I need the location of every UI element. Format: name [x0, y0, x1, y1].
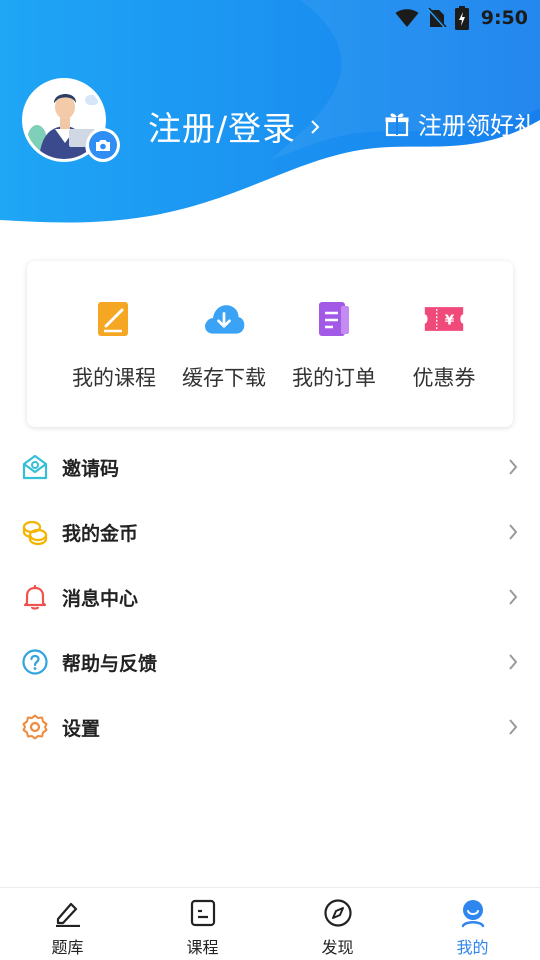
login-register-link[interactable]: 注册/登录: [148, 102, 320, 150]
status-time: 9:50: [480, 7, 528, 29]
chevron-right-icon: [509, 459, 518, 475]
menu-item-invite-code[interactable]: 邀请码: [0, 435, 540, 500]
settings-gear-icon: [22, 714, 48, 740]
chevron-right-icon: [509, 654, 518, 670]
status-bar: 9:50: [0, 0, 540, 36]
menu-item-settings[interactable]: 设置: [0, 695, 540, 760]
invite-envelope-icon: [22, 454, 48, 480]
bottom-tab-bar: 题库 课程 发现 我的: [0, 887, 540, 960]
help-question-icon: [22, 649, 48, 675]
tab-discover[interactable]: 发现: [270, 888, 405, 960]
tab-question-bank[interactable]: 题库: [0, 888, 135, 960]
quick-action-label: 我的订单: [292, 366, 376, 390]
pencil-icon: [55, 902, 80, 927]
quick-action-coupons[interactable]: ¥ 优惠券: [389, 298, 499, 427]
svg-text:¥: ¥: [445, 312, 455, 328]
quick-action-my-courses[interactable]: 我的课程: [59, 298, 169, 427]
login-register-label: 注册/登录: [148, 109, 297, 148]
user-icon: [461, 900, 484, 928]
quick-action-cache-download[interactable]: 缓存下载: [169, 298, 279, 427]
compass-icon: [323, 899, 352, 927]
gold-coins-icon: [22, 520, 48, 546]
quick-action-label: 优惠券: [412, 366, 476, 390]
camera-icon: [96, 140, 110, 151]
quick-actions-card: 我的课程 缓存下载 我的订单 ¥ 优惠券: [27, 261, 513, 427]
profile-header: 9:50 注册/登录 注册领好礼: [0, 0, 540, 230]
quick-action-my-orders[interactable]: 我的订单: [279, 298, 389, 427]
tab-mine[interactable]: 我的: [405, 888, 540, 960]
tab-label: 发现: [321, 938, 354, 957]
menu-item-label: 消息中心: [62, 588, 139, 610]
menu-item-my-coins[interactable]: 我的金币: [0, 500, 540, 565]
menu-item-message-center[interactable]: 消息中心: [0, 565, 540, 630]
avatar-container[interactable]: [22, 78, 120, 162]
chevron-right-icon: [311, 120, 320, 134]
course-book-icon: [98, 302, 128, 336]
menu-item-label: 邀请码: [62, 458, 120, 480]
menu-item-label: 设置: [62, 718, 101, 740]
no-sim-icon: [426, 7, 447, 29]
quick-action-label: 我的课程: [72, 366, 156, 390]
tab-label: 课程: [186, 938, 219, 957]
menu-item-help-feedback[interactable]: 帮助与反馈: [0, 630, 540, 695]
menu-item-label: 我的金币: [62, 523, 139, 545]
wifi-icon: [395, 9, 419, 27]
chevron-right-icon: [509, 589, 518, 605]
avatar-camera-button[interactable]: [86, 128, 120, 162]
register-gift-link[interactable]: 注册领好礼: [384, 106, 540, 141]
battery-charging-icon: [454, 6, 469, 30]
bell-icon: [23, 585, 47, 610]
course-list-icon: [190, 899, 215, 927]
chevron-right-icon: [509, 524, 518, 540]
tab-label: 题库: [51, 938, 84, 957]
tab-label: 我的: [456, 938, 489, 957]
chevron-right-icon: [509, 719, 518, 735]
quick-action-label: 缓存下载: [182, 366, 266, 390]
cloud-download-icon: [205, 305, 245, 334]
order-document-icon: [319, 302, 349, 336]
gift-icon: [385, 113, 409, 136]
menu-item-label: 帮助与反馈: [62, 653, 158, 675]
tab-courses[interactable]: 课程: [135, 888, 270, 960]
settings-menu-list: 邀请码 我的金币 消息中心 帮助与反馈 设置: [0, 435, 540, 760]
coupon-ticket-icon: ¥: [424, 307, 464, 331]
register-gift-label: 注册领好礼: [418, 112, 538, 140]
